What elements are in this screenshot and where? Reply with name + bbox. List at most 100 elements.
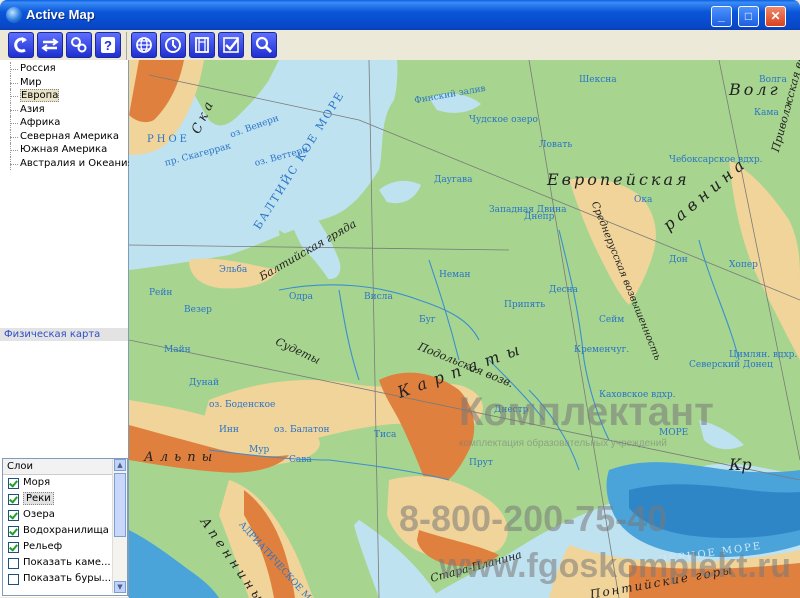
region-label: Россия (20, 63, 56, 74)
window-title: Active Map (26, 7, 95, 22)
river-label: Даугава (434, 175, 473, 185)
clock-icon (165, 37, 181, 53)
check-icon (223, 37, 239, 53)
river-label: Инн (219, 425, 239, 435)
zoom-icon (255, 36, 273, 54)
layer-wells[interactable]: Показать буры... (3, 571, 127, 587)
layer-rivers[interactable]: Реки (3, 491, 127, 507)
check-button[interactable] (218, 32, 244, 58)
title-bar[interactable]: Active Map _ □ ✕ (0, 0, 800, 30)
map-label-crimean: Кр (729, 455, 752, 474)
reservoir-label: Кременчуг. (574, 345, 630, 355)
help-icon: ? (101, 37, 115, 53)
checkbox[interactable] (8, 478, 19, 489)
checkbox[interactable] (8, 526, 19, 537)
scroll-down-icon[interactable]: ▼ (114, 581, 126, 593)
river-label: Западная Двина (489, 205, 567, 215)
region-label: Африка (20, 117, 61, 128)
layer-relief[interactable]: Рельеф (3, 539, 127, 555)
layers-title: Слои (3, 459, 127, 475)
layers-toggle-button[interactable] (37, 32, 63, 58)
watermark-tagline: комплектация образовательных учреждений (459, 438, 667, 449)
settings-icon (71, 37, 87, 53)
svg-text:?: ? (104, 38, 112, 53)
river-label: Сейм (599, 315, 625, 325)
river-label: Припять (504, 300, 546, 310)
scroll-up-icon[interactable]: ▲ (114, 459, 126, 471)
close-button[interactable]: ✕ (765, 6, 786, 27)
river-label: Буг (419, 315, 436, 325)
layers-scrollbar[interactable]: ▲ ▼ (112, 459, 127, 593)
clock-button[interactable] (160, 32, 186, 58)
region-item-world[interactable]: Мир (4, 75, 128, 90)
river-label: Ловать (539, 140, 573, 150)
checkbox[interactable] (8, 542, 19, 553)
app-window: Active Map _ □ ✕ ? Россия Мир Европа Ази… (0, 0, 800, 598)
back-button[interactable] (8, 32, 34, 58)
settings-button[interactable] (66, 32, 92, 58)
map-label-balaton: оз. Балатон (274, 425, 330, 435)
river-label: Северский Донец (689, 360, 773, 370)
region-item-russia[interactable]: Россия (4, 62, 128, 76)
map-type-item[interactable]: Физическая карта (0, 328, 128, 341)
region-label: Австралия и Океания (20, 157, 134, 169)
toolbar-separator (126, 32, 127, 60)
region-label: Мир (20, 76, 42, 88)
river-label: Ока (634, 195, 653, 205)
layer-label: Рельеф (23, 541, 63, 552)
map-label-north-sea: РНОЕ (147, 134, 190, 145)
river-label: Эльба (219, 265, 248, 275)
minimize-button[interactable]: _ (711, 6, 732, 27)
river-label: Десна (549, 285, 579, 295)
minimize-icon: _ (718, 9, 725, 23)
map-label-chudskoe: Чудское озеро (469, 115, 538, 125)
region-item-europe[interactable]: Европа (4, 89, 128, 103)
checkbox[interactable] (8, 510, 19, 521)
watermark-phone: 8-800-200-75-40 (399, 498, 668, 539)
map-view[interactable]: РНОЕ БАЛТИЙС КОЕ МОРЕ ЧЁРНОЕ МОРЕ АДРИАТ… (129, 60, 800, 598)
layer-label: Моря (23, 477, 51, 488)
river-label: Шексна (579, 75, 617, 85)
region-item-africa[interactable]: Африка (4, 116, 128, 130)
region-item-north-america[interactable]: Северная Америка (4, 129, 128, 144)
help-button[interactable]: ? (95, 32, 121, 58)
layers-panel: Слои Моря Реки Озера Водохранилища Релье… (2, 458, 128, 596)
layer-label: Озера (23, 509, 55, 520)
reservoir-label: Чебоксарское вдхр. (669, 155, 763, 165)
globe-icon (136, 37, 152, 53)
region-label: Южная Америка (20, 144, 108, 155)
maximize-button[interactable]: □ (738, 6, 759, 27)
layer-seas[interactable]: Моря (3, 475, 127, 491)
river-label: Прут (469, 458, 493, 468)
region-item-asia[interactable]: Азия (4, 102, 128, 117)
river-label: Тиса (374, 430, 397, 440)
layers-toggle-icon (41, 38, 59, 52)
region-item-south-america[interactable]: Южная Америка (4, 143, 128, 157)
river-label: Кама (754, 108, 779, 118)
layer-label: Реки (23, 492, 54, 505)
back-icon (14, 37, 27, 53)
layer-lakes[interactable]: Озера (3, 507, 127, 523)
river-label: Мур (249, 445, 270, 455)
river-label: Дон (669, 255, 688, 265)
region-item-australia[interactable]: Австралия и Океания (4, 156, 134, 171)
scroll-thumb[interactable] (114, 473, 126, 537)
checkbox[interactable] (8, 574, 19, 585)
reservoir-label: Цимлян. вдхр. (729, 350, 798, 360)
globe-button[interactable] (131, 32, 157, 58)
river-label: Одра (289, 292, 314, 302)
toolbar: ? (0, 30, 800, 61)
checkbox[interactable] (8, 558, 19, 569)
app-globe-icon (6, 7, 22, 23)
layer-reservoirs[interactable]: Водохранилища (3, 523, 127, 539)
left-panel: Россия Мир Европа Азия Африка Северная А… (0, 60, 134, 597)
zoom-button[interactable] (251, 32, 277, 58)
region-label: Европа (20, 89, 60, 102)
layer-stones[interactable]: Показать каме... (3, 555, 127, 571)
checkbox[interactable] (8, 494, 19, 505)
river-label: Сава (289, 455, 312, 465)
river-label: Везер (184, 305, 212, 315)
watermark-site: www.fgoskomplekt.ru (439, 547, 792, 585)
river-label: Майн (164, 345, 191, 355)
book-button[interactable] (189, 32, 215, 58)
